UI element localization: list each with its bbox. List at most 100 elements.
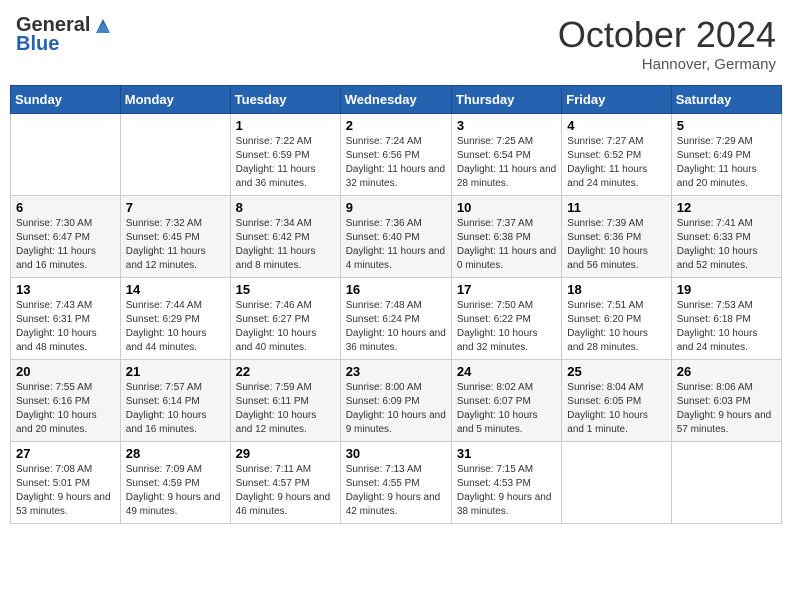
day-info: Sunrise: 7:37 AMSunset: 6:38 PMDaylight:…	[457, 217, 556, 273]
calendar-cell: 21 Sunrise: 7:57 AMSunset: 6:14 PMDayligh…	[120, 360, 230, 442]
calendar-week-row: 27 Sunrise: 7:08 AMSunset: 5:01 PMDayligh…	[11, 442, 782, 524]
day-of-week-header: Friday	[562, 86, 671, 114]
calendar-header-row: SundayMondayTuesdayWednesdayThursdayFrid…	[11, 86, 782, 114]
day-info: Sunrise: 7:27 AMSunset: 6:52 PMDaylight:…	[567, 135, 665, 191]
day-info: Sunrise: 8:06 AMSunset: 6:03 PMDaylight:…	[677, 381, 776, 437]
logo: General Blue	[16, 14, 114, 56]
calendar-cell: 28Sunrise: 7:09 AMSunset: 4:59 PMDayligh…	[120, 442, 230, 524]
calendar-cell: 3Sunrise: 7:25 AMSunset: 6:54 PMDaylight…	[451, 114, 561, 196]
day-info: Sunrise: 7:55 AMSunset: 6:16 PMDaylight:…	[16, 381, 115, 437]
calendar-cell: 29 Sunrise: 7:11 AMSunset: 4:57 PMDayligh…	[230, 442, 340, 524]
day-of-week-header: Sunday	[11, 86, 121, 114]
day-number: 31	[457, 446, 556, 461]
day-number: 30	[346, 446, 446, 461]
calendar-cell: 31 Sunrise: 7:15 AMSunset: 4:53 PMDayligh…	[451, 442, 561, 524]
calendar-cell: 11 Sunrise: 7:39 AMSunset: 6:36 PMDayligh…	[562, 196, 671, 278]
calendar-cell: 20 Sunrise: 7:55 AMSunset: 6:16 PMDayligh…	[11, 360, 121, 442]
calendar-table: SundayMondayTuesdayWednesdayThursdayFrid…	[10, 85, 782, 524]
calendar-week-row: 1Sunrise: 7:22 AMSunset: 6:59 PMDaylight…	[11, 114, 782, 196]
calendar-cell: 1Sunrise: 7:22 AMSunset: 6:59 PMDaylight…	[230, 114, 340, 196]
day-number: 8	[236, 200, 335, 215]
day-info: Sunrise: 7:15 AMSunset: 4:53 PMDaylight:…	[457, 463, 556, 519]
day-number: 22	[236, 364, 335, 379]
day-of-week-header: Monday	[120, 86, 230, 114]
day-info: Sunrise: 7:25 AMSunset: 6:54 PMDaylight:…	[457, 135, 556, 191]
calendar-cell: 6 Sunrise: 7:30 AMSunset: 6:47 PMDaylight…	[11, 196, 121, 278]
day-info: Sunrise: 8:02 AMSunset: 6:07 PMDaylight:…	[457, 381, 556, 437]
day-info: Sunrise: 7:48 AMSunset: 6:24 PMDaylight:…	[346, 299, 446, 355]
calendar-cell: 14 Sunrise: 7:44 AMSunset: 6:29 PMDayligh…	[120, 278, 230, 360]
day-info: Sunrise: 7:32 AMSunset: 6:45 PMDaylight:…	[126, 217, 225, 273]
day-info: Sunrise: 7:43 AMSunset: 6:31 PMDaylight:…	[16, 299, 115, 355]
calendar-cell: 23Sunrise: 8:00 AMSunset: 6:09 PMDayligh…	[340, 360, 451, 442]
calendar-cell: 2 Sunrise: 7:24 AMSunset: 6:56 PMDaylight…	[340, 114, 451, 196]
calendar-cell: 13 Sunrise: 7:43 AMSunset: 6:31 PMDayligh…	[11, 278, 121, 360]
calendar-week-row: 13 Sunrise: 7:43 AMSunset: 6:31 PMDayligh…	[11, 278, 782, 360]
calendar-cell	[671, 442, 781, 524]
day-info: Sunrise: 7:08 AMSunset: 5:01 PMDaylight:…	[16, 463, 115, 519]
calendar-cell: 8 Sunrise: 7:34 AMSunset: 6:42 PMDaylight…	[230, 196, 340, 278]
day-of-week-header: Tuesday	[230, 86, 340, 114]
day-of-week-header: Saturday	[671, 86, 781, 114]
day-number: 24	[457, 364, 556, 379]
logo-blue-text: Blue	[16, 33, 59, 56]
day-number: 14	[126, 282, 225, 297]
calendar-cell	[120, 114, 230, 196]
day-number: 13	[16, 282, 115, 297]
day-number: 26	[677, 364, 776, 379]
calendar-cell: 10 Sunrise: 7:37 AMSunset: 6:38 PMDayligh…	[451, 196, 561, 278]
day-number: 18	[567, 282, 665, 297]
calendar-cell: 16Sunrise: 7:48 AMSunset: 6:24 PMDayligh…	[340, 278, 451, 360]
calendar-cell: 17Sunrise: 7:50 AMSunset: 6:22 PMDayligh…	[451, 278, 561, 360]
day-info: Sunrise: 7:09 AMSunset: 4:59 PMDaylight:…	[126, 463, 225, 519]
day-info: Sunrise: 7:57 AMSunset: 6:14 PMDaylight:…	[126, 381, 225, 437]
location-subtitle: Hannover, Germany	[558, 56, 776, 73]
calendar-cell: 9 Sunrise: 7:36 AMSunset: 6:40 PMDaylight…	[340, 196, 451, 278]
page-header: General Blue October 2024 Hannover, Germ…	[10, 10, 782, 77]
calendar-cell	[11, 114, 121, 196]
day-info: Sunrise: 7:24 AMSunset: 6:56 PMDaylight:…	[346, 135, 446, 191]
day-number: 27	[16, 446, 115, 461]
calendar-cell: 15Sunrise: 7:46 AMSunset: 6:27 PMDayligh…	[230, 278, 340, 360]
day-info: Sunrise: 7:11 AMSunset: 4:57 PMDaylight:…	[236, 463, 335, 519]
day-number: 20	[16, 364, 115, 379]
day-number: 29	[236, 446, 335, 461]
day-number: 9	[346, 200, 446, 215]
day-info: Sunrise: 7:29 AMSunset: 6:49 PMDaylight:…	[677, 135, 776, 191]
logo-icon	[92, 15, 114, 37]
calendar-cell: 25Sunrise: 8:04 AMSunset: 6:05 PMDayligh…	[562, 360, 671, 442]
day-info: Sunrise: 8:00 AMSunset: 6:09 PMDaylight:…	[346, 381, 446, 437]
day-number: 21	[126, 364, 225, 379]
day-number: 2	[346, 118, 446, 133]
calendar-cell: 18 Sunrise: 7:51 AMSunset: 6:20 PMDayligh…	[562, 278, 671, 360]
day-number: 10	[457, 200, 556, 215]
day-number: 11	[567, 200, 665, 215]
day-number: 5	[677, 118, 776, 133]
day-info: Sunrise: 7:36 AMSunset: 6:40 PMDaylight:…	[346, 217, 446, 273]
calendar-cell: 24 Sunrise: 8:02 AMSunset: 6:07 PMDayligh…	[451, 360, 561, 442]
day-of-week-header: Thursday	[451, 86, 561, 114]
day-info: Sunrise: 7:53 AMSunset: 6:18 PMDaylight:…	[677, 299, 776, 355]
day-number: 7	[126, 200, 225, 215]
day-info: Sunrise: 7:34 AMSunset: 6:42 PMDaylight:…	[236, 217, 335, 273]
day-of-week-header: Wednesday	[340, 86, 451, 114]
calendar-cell: 26 Sunrise: 8:06 AMSunset: 6:03 PMDayligh…	[671, 360, 781, 442]
day-info: Sunrise: 7:51 AMSunset: 6:20 PMDaylight:…	[567, 299, 665, 355]
day-number: 4	[567, 118, 665, 133]
day-info: Sunrise: 7:44 AMSunset: 6:29 PMDaylight:…	[126, 299, 225, 355]
day-number: 17	[457, 282, 556, 297]
day-number: 6	[16, 200, 115, 215]
day-info: Sunrise: 7:39 AMSunset: 6:36 PMDaylight:…	[567, 217, 665, 273]
calendar-cell: 30Sunrise: 7:13 AMSunset: 4:55 PMDayligh…	[340, 442, 451, 524]
calendar-cell: 19Sunrise: 7:53 AMSunset: 6:18 PMDayligh…	[671, 278, 781, 360]
day-number: 12	[677, 200, 776, 215]
day-info: Sunrise: 7:46 AMSunset: 6:27 PMDaylight:…	[236, 299, 335, 355]
title-area: October 2024 Hannover, Germany	[558, 14, 776, 73]
day-info: Sunrise: 7:30 AMSunset: 6:47 PMDaylight:…	[16, 217, 115, 273]
calendar-cell: 12Sunrise: 7:41 AMSunset: 6:33 PMDayligh…	[671, 196, 781, 278]
calendar-cell: 27 Sunrise: 7:08 AMSunset: 5:01 PMDayligh…	[11, 442, 121, 524]
day-info: Sunrise: 7:22 AMSunset: 6:59 PMDaylight:…	[236, 135, 335, 191]
calendar-week-row: 6 Sunrise: 7:30 AMSunset: 6:47 PMDaylight…	[11, 196, 782, 278]
calendar-cell: 7 Sunrise: 7:32 AMSunset: 6:45 PMDaylight…	[120, 196, 230, 278]
calendar-week-row: 20 Sunrise: 7:55 AMSunset: 6:16 PMDayligh…	[11, 360, 782, 442]
